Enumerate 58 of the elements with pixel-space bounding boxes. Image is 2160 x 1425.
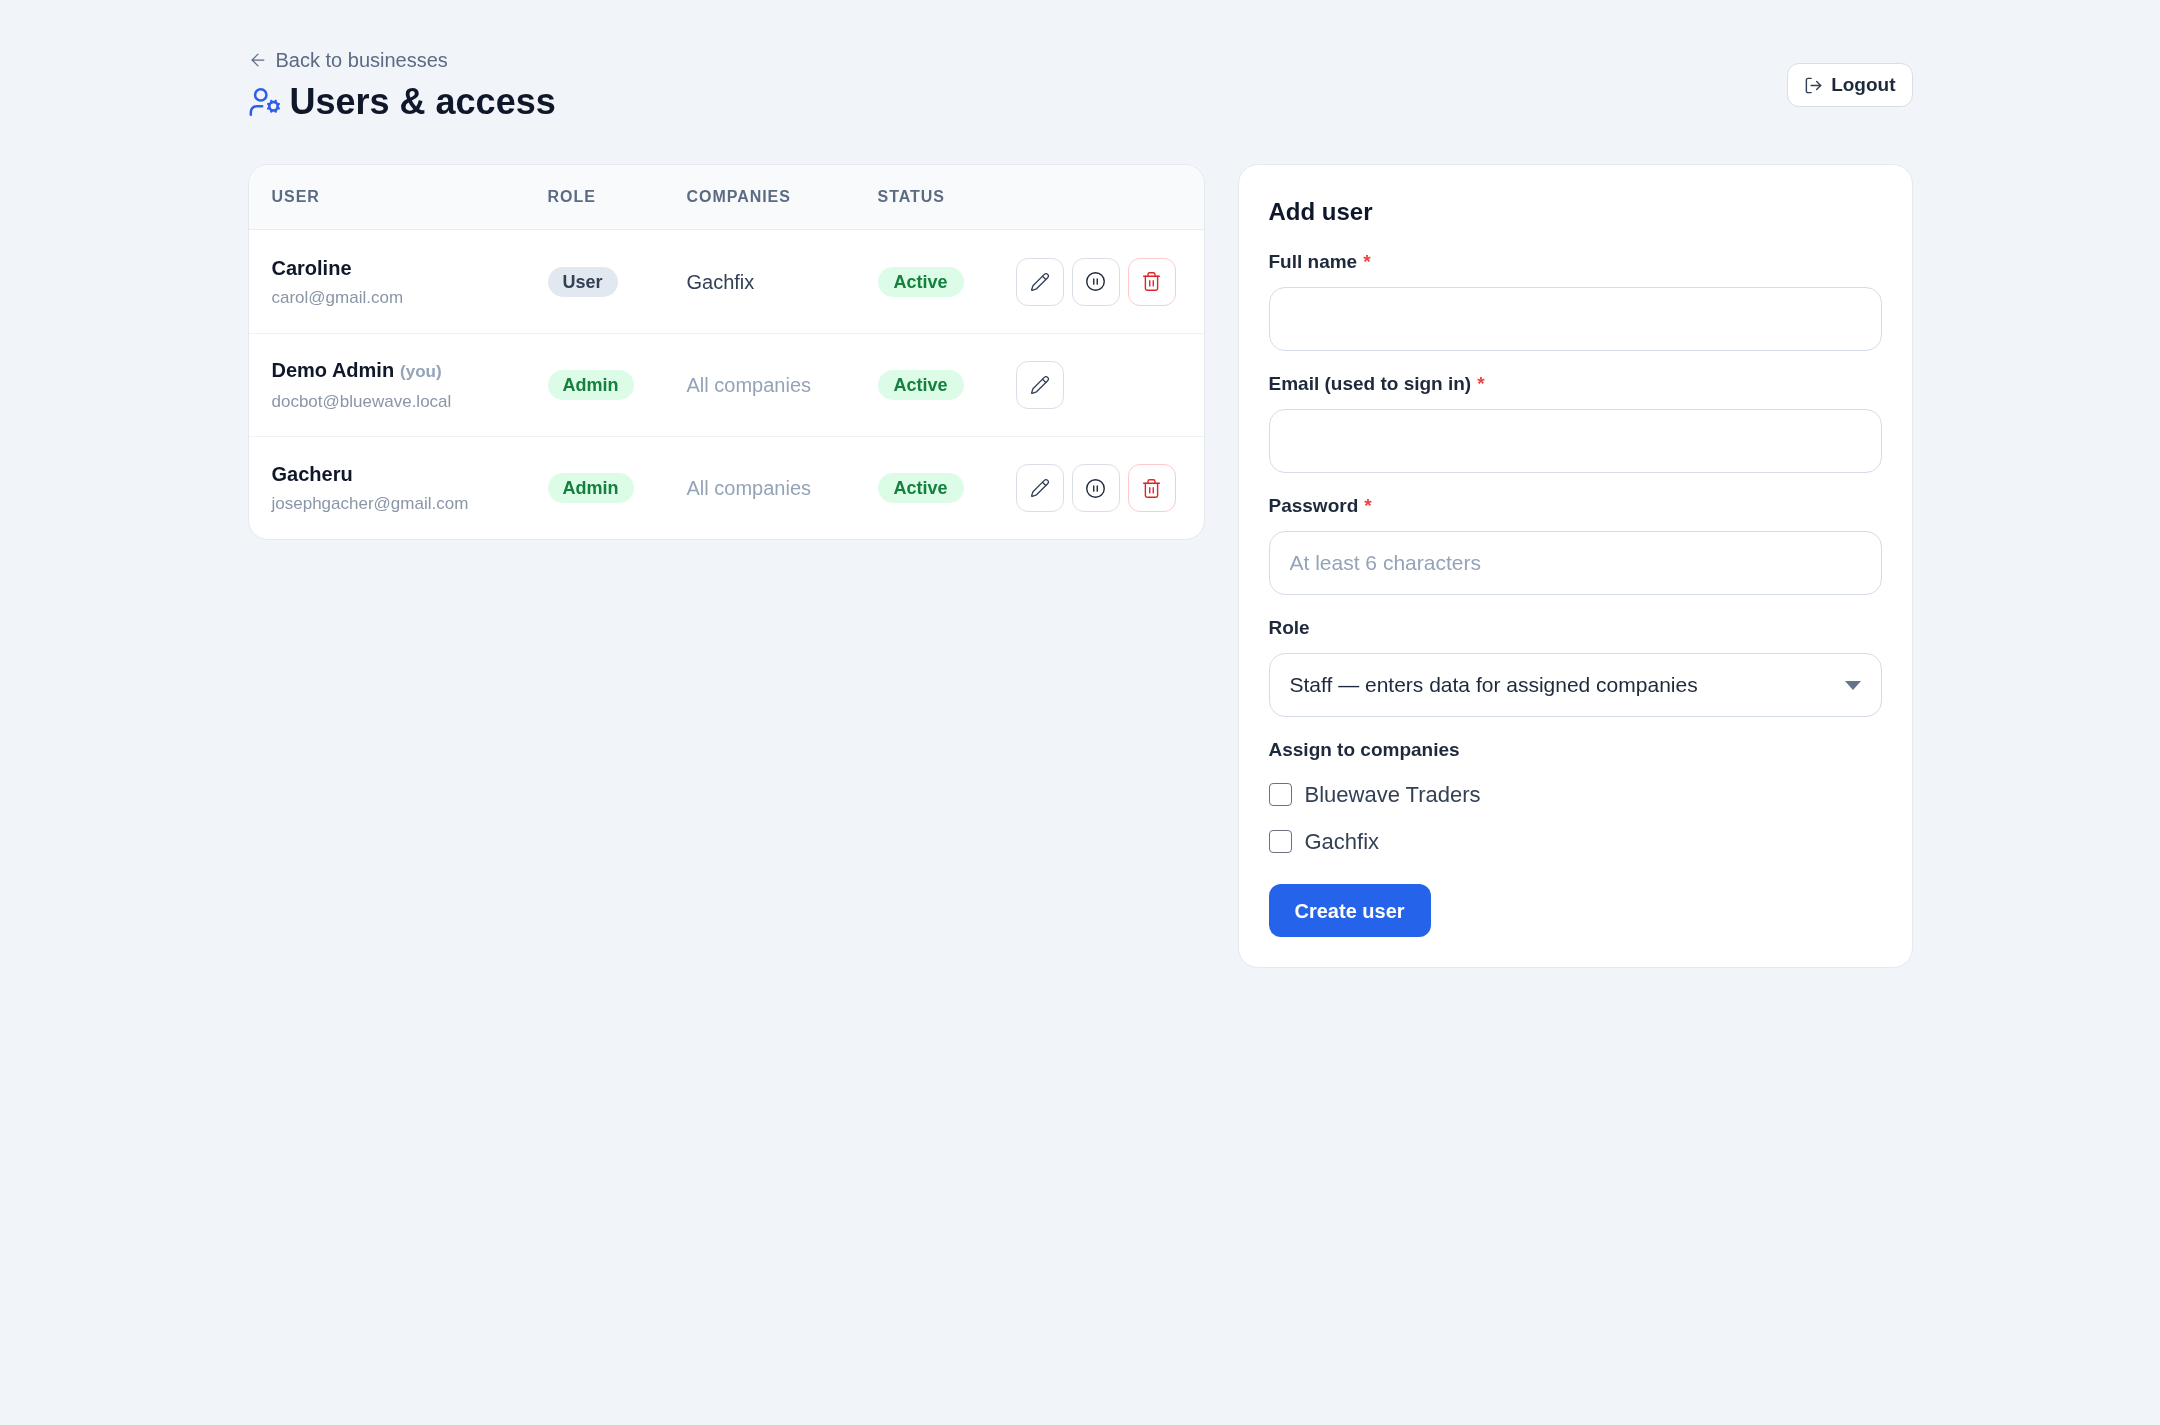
- checkbox[interactable]: [1268, 829, 1292, 853]
- checkbox-label: Gachfix: [1304, 827, 1380, 856]
- edit-button[interactable]: [1015, 464, 1064, 512]
- panel-title: Add user: [1268, 197, 1374, 227]
- caret-icon: [1844, 680, 1861, 690]
- field-label: Full name: [1268, 250, 1358, 274]
- column-header: USER: [271, 187, 321, 207]
- section-label: Assign to companies: [1268, 738, 1461, 762]
- status-badge: Active: [877, 266, 964, 297]
- role-badge: User: [547, 266, 618, 297]
- page-title: Users & access: [289, 80, 556, 124]
- edit-button[interactable]: [1015, 361, 1064, 409]
- field-label: Role: [1268, 616, 1310, 640]
- checkbox-label: Bluewave Traders: [1304, 780, 1481, 809]
- pause-icon: [1085, 271, 1106, 292]
- checkbox[interactable]: [1268, 782, 1292, 806]
- role-badge: Admin: [547, 370, 634, 400]
- pause-button[interactable]: [1071, 257, 1120, 306]
- logout-icon: [1804, 75, 1824, 95]
- pencil-icon: [1029, 271, 1050, 292]
- pause-button[interactable]: [1071, 464, 1120, 512]
- column-header: STATUS: [877, 187, 946, 207]
- status-badge: Active: [877, 370, 964, 400]
- status-badge: Active: [877, 473, 964, 503]
- pencil-icon: [1029, 375, 1050, 395]
- column-header: ROLE: [547, 187, 597, 207]
- text-input[interactable]: [1268, 287, 1882, 351]
- pencil-icon: [1029, 478, 1050, 498]
- delete-button[interactable]: [1127, 464, 1176, 512]
- column-header: COMPANIES: [686, 187, 792, 207]
- back-link[interactable]: Back to businesses: [247, 46, 448, 74]
- pause-icon: [1085, 477, 1106, 499]
- companies-text: All companies: [686, 374, 811, 396]
- user-name: Demo Admin: [271, 358, 395, 384]
- delete-button[interactable]: [1127, 257, 1176, 306]
- edit-button[interactable]: [1015, 257, 1064, 306]
- logout-button[interactable]: Logout: [1787, 63, 1913, 107]
- user-email: docbot@bluewave.local: [271, 390, 453, 413]
- trash-icon: [1141, 477, 1162, 499]
- password-input[interactable]: At least 6 characters: [1268, 531, 1882, 595]
- you-tag: (you): [400, 359, 442, 385]
- required-mark: *: [1364, 494, 1372, 518]
- required-mark: *: [1477, 372, 1485, 396]
- field-label: Password: [1268, 494, 1359, 518]
- companies-text: All companies: [686, 477, 811, 499]
- field-label: Email (used to sign in): [1268, 372, 1472, 396]
- required-mark: *: [1363, 250, 1371, 274]
- user-name: Gacheru: [271, 462, 353, 487]
- email-input[interactable]: [1268, 409, 1882, 473]
- create-user-button[interactable]: Create user: [1268, 884, 1431, 937]
- user-gear-icon: [247, 85, 282, 119]
- role-badge: Admin: [547, 473, 634, 503]
- user-email: carol@gmail.com: [271, 286, 405, 309]
- role-select[interactable]: Staff — enters data for assigned companies: [1268, 653, 1882, 717]
- user-name: Caroline: [271, 255, 352, 281]
- trash-icon: [1141, 271, 1162, 292]
- companies-text: Gachfix: [686, 270, 755, 293]
- user-email: josephgacher@gmail.com: [271, 493, 470, 515]
